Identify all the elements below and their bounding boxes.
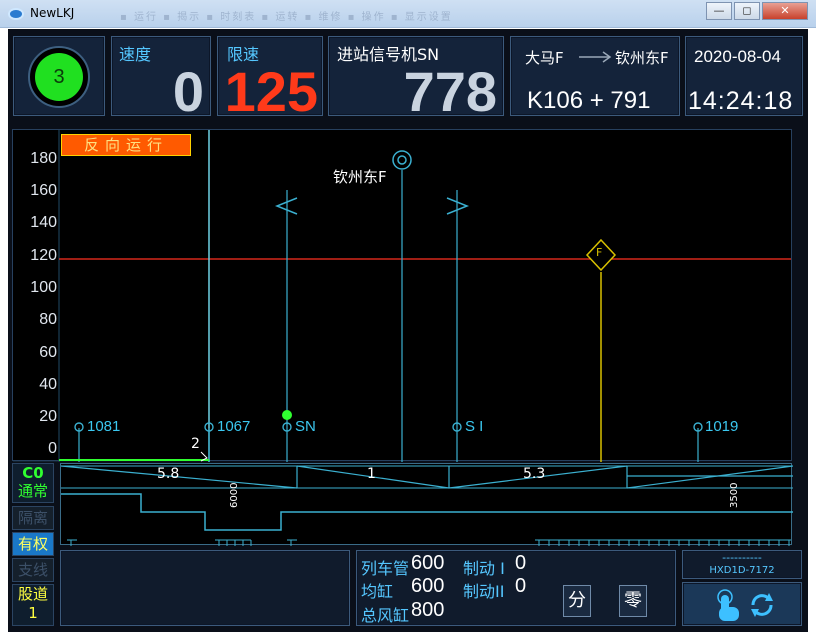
equalizing-cylinder-value: 600 [411,575,445,597]
signal-lamp-icon: 3 [28,46,90,108]
speed-curve-chart: 反向运行 180 160 140 120 100 80 60 40 20 0 钦… [12,129,792,462]
app-logo-icon [8,8,24,20]
train-position-label: 2 [191,436,200,452]
reverse-run-banner: 反向运行 [61,134,191,156]
track-select-button[interactable]: 股道 1 [12,584,54,626]
arrow-right-icon [579,51,612,63]
speed-panel: 速度 0 [111,36,211,123]
touch-refresh-button[interactable] [682,582,802,626]
gradient-label: 5.8 [157,466,180,482]
speed-label: 速度 [119,45,152,64]
chart-canvas [13,130,791,462]
route-from: 大马F [525,49,564,67]
main-reservoir-value: 800 [411,599,445,621]
speed-value: 0 [172,60,204,123]
brake-pipe-label: 列车管 [361,559,410,578]
touch-hand-icon [717,589,739,621]
gradient-label: 5.3 [523,466,546,482]
signal-panel: 3 [13,36,105,116]
next-signal-distance: 778 [403,60,497,123]
mode-c0-button[interactable]: C0 通常 [12,463,54,503]
limit-value: 125 [224,60,318,123]
brake-pipe-value: 600 [411,552,445,574]
marker-label-si: S I [465,418,484,435]
brake2-label: 制动II [463,582,505,601]
track-number: 1 [28,604,38,622]
lkj-display: 3 速度 0 限速 125 进站信号机SN 778 大马F 钦州东F K106 … [8,29,808,632]
limit-panel: 限速 125 [217,36,323,123]
marker-label-1019: 1019 [705,418,739,435]
device-model: HXD1D-7172 [709,565,775,576]
equalizing-cylinder-label: 均缸 [361,582,394,601]
route-mileage: K106 + 791 [527,87,651,114]
device-dashes: ---------- [722,551,762,564]
brake1-value: 0 [515,552,527,574]
minimize-button[interactable]: — [706,2,732,20]
marker-label-1081: 1081 [87,418,121,435]
marker-label-1067: 1067 [217,418,251,435]
fen-button[interactable]: 分 [563,585,591,617]
normal-label: 通常 [17,482,48,500]
track-profile-strip: 5.8 1 5.3 6000 3500 [60,463,793,546]
date-display: 2020-08-04 [694,47,781,66]
track-label: 股道 [17,585,48,603]
isolate-button[interactable]: 隔离 [12,506,54,530]
track-tie-ticks [538,540,790,546]
signal-value: 3 [35,53,83,101]
message-panel [60,550,350,626]
y-tick: 180 [30,150,57,167]
curve-radius-label: 6000 [229,482,240,508]
station-name: 钦州东F [333,168,387,186]
y-tick: 80 [39,311,57,328]
curve-radius-label: 3500 [729,482,740,508]
signal-green-dot [282,410,292,420]
y-tick: 60 [39,344,57,361]
brake2-value: 0 [515,575,527,597]
restore-button[interactable]: ◻ [734,2,760,20]
branch-line-button[interactable]: 支线 [12,558,54,582]
refresh-icon [751,593,773,617]
station-target-icon [392,150,412,170]
f-marker-label: F [596,246,603,259]
y-tick: 0 [48,440,57,457]
time-display: 14:24:18 [688,87,794,115]
route-panel: 大马F 钦州东F K106 + 791 [510,36,680,116]
device-id-panel: ---------- HXD1D-7172 [682,550,802,579]
signal-marker-icons [74,422,703,432]
gradient-label: 1 [367,466,376,482]
menu-ghost: ▪ 运行 ▪ 揭示 ▪ 时刻表 ▪ 运转 ▪ 维修 ▪ 操作 ▪ 显示设置 [120,12,453,23]
y-tick: 40 [39,376,57,393]
y-tick: 160 [30,182,57,199]
close-button[interactable]: ✕ [762,2,808,20]
ling-button[interactable]: 零 [619,585,647,617]
next-signal-panel: 进站信号机SN 778 [328,36,504,123]
priority-button[interactable]: 有权 [12,532,54,556]
c0-label: C0 [22,464,44,482]
y-tick: 20 [39,408,57,425]
route-to: 钦州东F [615,49,669,67]
y-tick: 100 [30,279,57,296]
marker-label-sn: SN [295,418,316,435]
datetime-panel: 2020-08-04 14:24:18 [685,36,803,116]
y-tick: 140 [30,214,57,231]
window-titlebar: NewLKJ ▪ 运行 ▪ 揭示 ▪ 时刻表 ▪ 运转 ▪ 维修 ▪ 操作 ▪ … [0,0,816,28]
pressure-panel: 列车管 600 制动 I 0 均缸 600 制动II 0 总风缸 800 分 零 [356,550,676,626]
y-tick: 120 [30,247,57,264]
main-reservoir-label: 总风缸 [361,606,410,625]
window-title: NewLKJ [30,6,75,20]
brake1-label: 制动 I [463,559,505,578]
